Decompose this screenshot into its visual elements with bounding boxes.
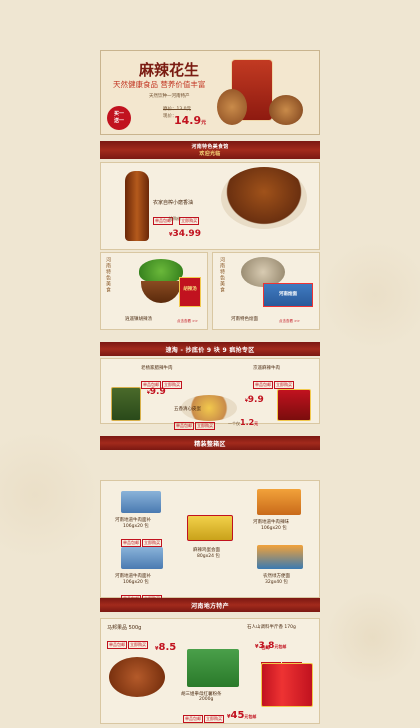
jujube-name: 马邦果品 500g: [107, 625, 142, 631]
gift-spec: 2000g: [199, 697, 214, 702]
featured-name: 农家自榨小磨香油: [153, 200, 194, 206]
pair-right-name: 河南特色烩面: [231, 317, 258, 322]
soup-package-image: 胡辣汤: [179, 277, 201, 307]
gift-tag-ship: 单品包邮: [183, 715, 203, 723]
hero-sale-value: 14.9: [174, 114, 202, 127]
hero-badge[interactable]: 买一 送一: [107, 106, 131, 130]
hero-subtitle: 天然健康食品 营养价值丰富: [113, 80, 206, 89]
oil-bowl-image: [221, 167, 307, 229]
gift-price-value: 45: [230, 710, 245, 721]
deal-center-price: 一个仅1.2元: [228, 410, 258, 429]
peanut-pile-image: [217, 89, 247, 125]
soup-package-label: 胡辣汤: [183, 287, 197, 292]
peony-decoration-left: [0, 430, 100, 560]
product-pair-right[interactable]: 河南特色美食 河南烩面 河南特色烩面 点击查看 >>: [212, 252, 320, 330]
hero-sale-unit: 元: [201, 120, 207, 126]
box-item-2[interactable]: [257, 489, 301, 515]
welcome-title: 河南特色美食馆: [191, 144, 229, 150]
gift-suffix: 元包邮: [244, 714, 257, 719]
deal-center-price-value: 1.2: [240, 418, 255, 427]
box-item-5-spec: 32gx40 包: [265, 580, 288, 585]
peanut-suffix: 元包邮: [274, 644, 287, 649]
soup-bowl-image: [141, 281, 181, 303]
featured-price: ¥34.99: [169, 221, 201, 240]
specialty-section: 马邦果品 500g 单品包邮 立即购买 ¥8.5 胡三姐拳母红薯粉条 2000g …: [100, 618, 320, 724]
section-band-bargain: 速淘 - 抄底价 9 块 9 疯抢专区: [100, 342, 320, 356]
peanut-shipping: 包邮: [261, 646, 270, 651]
gift-buy[interactable]: 立即购买: [204, 715, 224, 723]
box1-buy[interactable]: 立即购买: [142, 539, 162, 547]
box1-tag-ship: 单品包邮: [121, 539, 141, 547]
peanut-pile-image-2: [269, 95, 303, 125]
pair-left-link[interactable]: 点击查看 >>: [177, 319, 198, 324]
section-band-boxes: 精装整箱区: [100, 436, 320, 450]
oil-bottle-image: [125, 171, 149, 241]
section-band-bargain-label: 速淘 - 抄底价 9 块 9 疯抢专区: [165, 346, 255, 354]
section-band-specialty: 河南地方特产: [100, 598, 320, 612]
jujube-buy[interactable]: 立即购买: [128, 641, 148, 649]
box-item-4[interactable]: [121, 547, 163, 569]
page-container: 麻辣花生 天然健康食品 营养价值丰富 天然饮种一河南特产 买一 送一 原价：13…: [100, 0, 320, 728]
boxes-section: 河南地道牛肉面补 106gx20 包 单品包邮 立即购买 河南地道牛肉辣味 106…: [100, 480, 320, 603]
peanut-bags-image[interactable]: [261, 663, 313, 707]
jujube-image[interactable]: [109, 657, 165, 697]
deal-center-unit: 元: [254, 421, 259, 426]
deal-left-price-value: 9.9: [149, 387, 166, 397]
box-item-5[interactable]: [257, 545, 303, 569]
noodle-package-label: 河南烩面: [279, 292, 297, 297]
featured-product-card[interactable]: 农家自榨小磨香油 单品包邮 立即购买 抢购价 ¥34.99: [100, 162, 320, 250]
deal-right-price-value: 9.9: [247, 395, 264, 405]
peanut-price: ¥3.8元包邮: [255, 633, 286, 652]
box-item-3-spec: 80gx24 包: [197, 554, 220, 559]
hero-badge-line1: 买一: [113, 111, 124, 117]
featured-price-value: 34.99: [172, 229, 201, 239]
beef-package-left-image[interactable]: [111, 387, 141, 421]
gift-tags: 单品包邮 立即购买: [183, 705, 225, 724]
jujube-price: ¥8.5: [155, 635, 176, 654]
hero-badge-line2: 送一: [113, 118, 124, 124]
deal-right-buy[interactable]: 立即购买: [274, 381, 294, 389]
section-band-boxes-label: 精装整箱区: [194, 440, 226, 448]
section-band-specialty-label: 河南地方特产: [191, 602, 229, 610]
pair-right-link[interactable]: 点击查看 >>: [279, 319, 300, 324]
hero-title: 麻辣花生: [139, 61, 200, 79]
beef-package-right-image[interactable]: [277, 389, 311, 421]
vegetable-image: [139, 259, 183, 283]
deal-center-buy[interactable]: 立即购买: [195, 422, 215, 430]
welcome-band: 河南特色美食馆 欢迎光临: [100, 141, 320, 159]
peony-decoration-right: [320, 240, 420, 350]
product-pair-left[interactable]: 河南特色美食 胡辣汤 逍遥镇胡辣汤 点击查看 >>: [100, 252, 208, 330]
hero-sale-price: 14.9元: [174, 109, 206, 128]
hero-banner[interactable]: 麻辣花生 天然健康食品 营养价值丰富 天然饮种一河南特产 买一 送一 原价：13…: [100, 50, 320, 135]
box-item-2-spec: 106gx20 包: [261, 526, 287, 531]
peanut-name: 石人山调料半斤香 170g: [247, 625, 296, 630]
bird-decoration: [325, 590, 420, 685]
jujube-tag-ship: 单品包邮: [107, 641, 127, 649]
deal-center-unit-label: 一个仅: [228, 421, 240, 426]
deal-left-price: ¥9.9: [147, 379, 166, 398]
deal-right-price: ¥9.9: [245, 387, 264, 406]
pair-left-name: 逍遥镇胡辣汤: [125, 317, 152, 322]
jujube-price-value: 8.5: [158, 642, 177, 653]
noodle-package-image: 河南烩面: [263, 283, 313, 307]
gift-price: ¥45元包邮: [227, 703, 256, 722]
deal-center-tag-ship: 单品包邮: [174, 422, 194, 430]
welcome-sub: 欢迎光临: [199, 151, 221, 157]
box-item-3[interactable]: [187, 515, 233, 541]
pair-right-vlabel: 河南特色美食: [219, 257, 225, 293]
hero-note: 天然饮种一河南特产: [149, 94, 190, 99]
box-item-1[interactable]: [121, 491, 161, 513]
box-item-1-tags: 单品包邮 立即购买: [121, 529, 163, 548]
jujube-tags: 单品包邮 立即购买: [107, 631, 149, 650]
pair-left-vlabel: 河南特色美食: [105, 257, 111, 293]
gift-box-image[interactable]: [187, 649, 239, 687]
